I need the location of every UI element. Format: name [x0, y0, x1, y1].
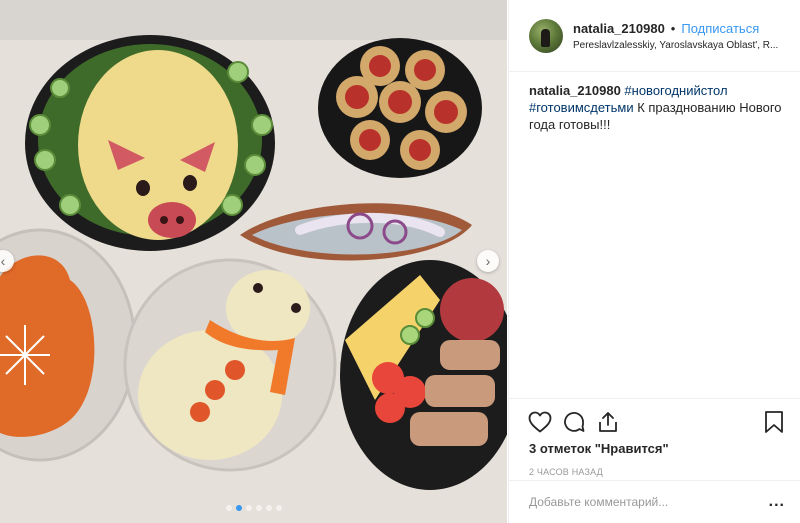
post-timestamp[interactable]: 2 ЧАСОВ НАЗАД	[523, 456, 791, 477]
post-caption: natalia_210980 #новогоднийстол #готовимс…	[509, 72, 800, 133]
carousel-next-button[interactable]: ›	[477, 250, 499, 272]
save-button[interactable]	[757, 405, 791, 439]
post-photo[interactable]: ‹ ›	[0, 0, 507, 523]
bookmark-icon	[765, 411, 783, 433]
heart-icon	[528, 411, 552, 433]
carousel-dot	[275, 505, 282, 511]
follow-button[interactable]: Подписаться	[681, 21, 759, 36]
header-row: natalia_210980 • Подписаться	[573, 21, 778, 36]
carousel-dot	[245, 505, 252, 511]
chevron-left-icon: ‹	[0, 253, 6, 269]
like-button[interactable]	[523, 405, 557, 439]
location-link[interactable]: Pereslavlzalesskiy, Yaroslavskaya Oblast…	[573, 40, 778, 51]
carousel-indicator	[0, 505, 507, 511]
chevron-right-icon: ›	[485, 253, 491, 269]
likes-count[interactable]: 3 отметок "Нравится"	[523, 439, 791, 456]
holiday-table-image	[0, 0, 507, 523]
hashtag-link[interactable]: #готовимсдетьми	[529, 100, 634, 115]
carousel-dot	[225, 505, 232, 511]
comment-icon	[564, 411, 585, 432]
hashtag-link[interactable]: #новогоднийстол	[624, 83, 727, 98]
share-icon	[599, 412, 617, 432]
caption-username-link[interactable]: natalia_210980	[529, 83, 621, 98]
separator-dot: •	[670, 20, 676, 36]
header-text: natalia_210980 • Подписаться Pereslavlza…	[573, 21, 778, 51]
username-link[interactable]: natalia_210980	[573, 21, 665, 36]
comment-button[interactable]	[557, 405, 591, 439]
comment-input[interactable]	[529, 495, 769, 509]
avatar[interactable]	[529, 18, 563, 53]
post-header: natalia_210980 • Подписаться Pereslavlza…	[509, 0, 800, 72]
post-sidebar: natalia_210980 • Подписаться Pereslavlza…	[508, 0, 800, 523]
more-options-icon[interactable]: ...	[769, 493, 785, 511]
comment-form: ...	[509, 480, 800, 523]
action-icons	[523, 405, 791, 439]
carousel-dot	[265, 505, 272, 511]
share-button[interactable]	[591, 405, 625, 439]
carousel-dot	[255, 505, 262, 511]
carousel-dot-active	[235, 505, 242, 511]
post-actions: 3 отметок "Нравится" 2 ЧАСОВ НАЗАД	[509, 398, 800, 477]
